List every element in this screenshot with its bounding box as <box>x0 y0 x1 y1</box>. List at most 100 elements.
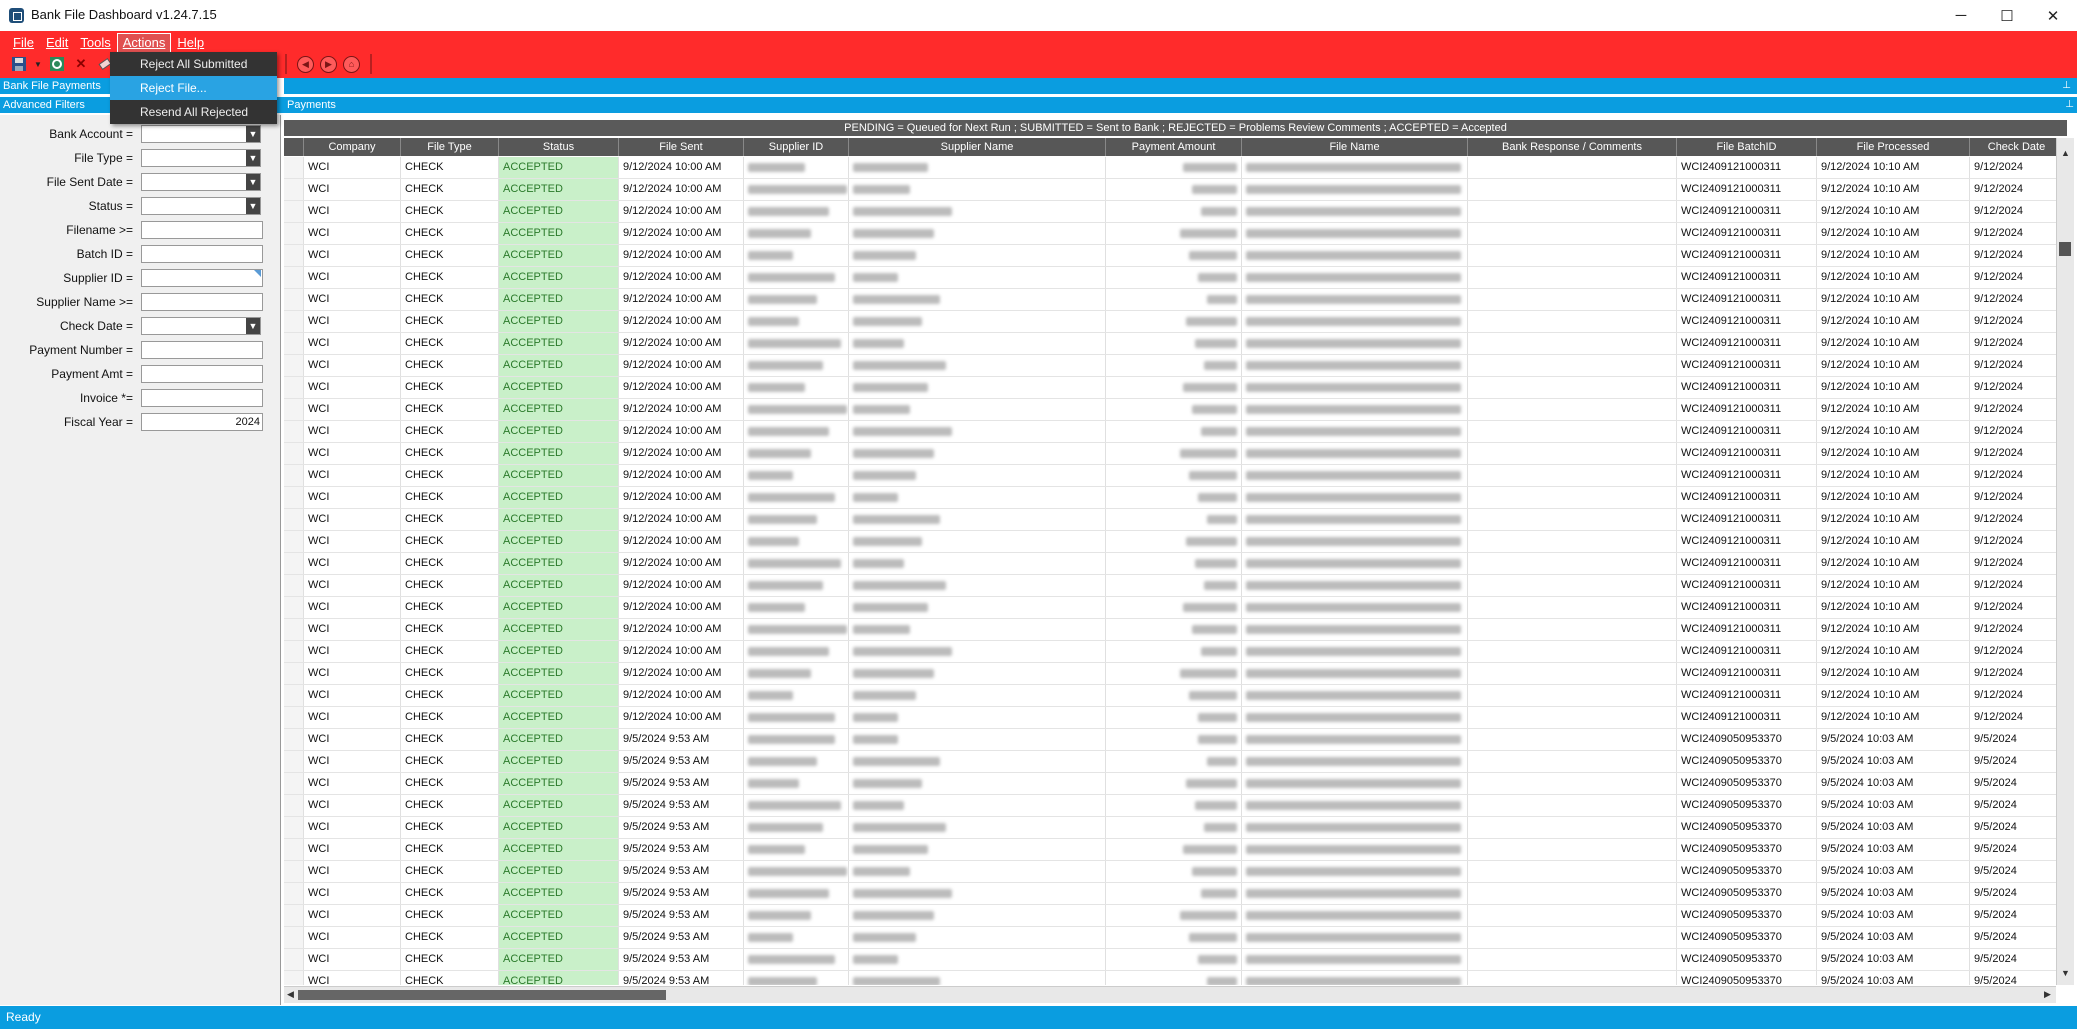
row-selector[interactable] <box>284 641 304 662</box>
delete-icon[interactable]: ✕ <box>72 55 90 73</box>
table-row[interactable]: WCI CHECK ACCEPTED 9/12/2024 10:00 AM WCI240… <box>284 575 2064 597</box>
column-header[interactable]: Status <box>499 138 619 156</box>
horizontal-scroll-thumb[interactable] <box>298 990 666 1000</box>
filter-combo[interactable] <box>141 173 261 191</box>
column-header[interactable]: File Name <box>1242 138 1468 156</box>
table-row[interactable]: WCI CHECK ACCEPTED 9/12/2024 10:00 AM WCI240… <box>284 663 2064 685</box>
column-header[interactable]: Supplier Name <box>849 138 1106 156</box>
table-row[interactable]: WCI CHECK ACCEPTED 9/12/2024 10:00 AM WCI240… <box>284 641 2064 663</box>
table-row[interactable]: WCI CHECK ACCEPTED 9/12/2024 10:00 AM WCI240… <box>284 179 2064 201</box>
column-header[interactable]: File Processed <box>1817 138 1970 156</box>
filter-combo[interactable] <box>141 149 261 167</box>
row-selector[interactable] <box>284 157 304 178</box>
table-row[interactable]: WCI CHECK ACCEPTED 9/5/2024 9:53 AM WCI24090… <box>284 971 2064 985</box>
filter-input[interactable] <box>141 341 263 359</box>
row-selector[interactable] <box>284 201 304 222</box>
row-selector[interactable] <box>284 927 304 948</box>
menu-edit[interactable]: Edit <box>41 34 73 52</box>
table-row[interactable]: WCI CHECK ACCEPTED 9/12/2024 10:00 AM WCI240… <box>284 245 2064 267</box>
row-selector[interactable] <box>284 333 304 354</box>
row-selector[interactable] <box>284 729 304 750</box>
chevron-down-icon[interactable]: ▼ <box>246 126 260 142</box>
row-selector[interactable] <box>284 751 304 772</box>
table-row[interactable]: WCI CHECK ACCEPTED 9/5/2024 9:53 AM WCI24090… <box>284 839 2064 861</box>
row-selector[interactable] <box>284 289 304 310</box>
row-selector[interactable] <box>284 795 304 816</box>
filter-combo[interactable] <box>141 197 261 215</box>
table-row[interactable]: WCI CHECK ACCEPTED 9/12/2024 10:00 AM WCI240… <box>284 465 2064 487</box>
filter-input[interactable] <box>141 293 263 311</box>
table-row[interactable]: WCI CHECK ACCEPTED 9/12/2024 10:00 AM WCI240… <box>284 421 2064 443</box>
table-row[interactable]: WCI CHECK ACCEPTED 9/12/2024 10:00 AM WCI240… <box>284 685 2064 707</box>
column-header[interactable]: Supplier ID <box>744 138 849 156</box>
horizontal-scrollbar[interactable]: ◀ ▶ <box>284 986 2056 1003</box>
table-row[interactable]: WCI CHECK ACCEPTED 9/12/2024 10:00 AM WCI240… <box>284 531 2064 553</box>
back-icon[interactable]: ◀ <box>297 55 314 73</box>
filter-input[interactable] <box>141 389 263 407</box>
row-selector[interactable] <box>284 883 304 904</box>
table-row[interactable]: WCI CHECK ACCEPTED 9/12/2024 10:00 AM WCI240… <box>284 553 2064 575</box>
pin-icon[interactable]: ⊥ <box>2065 97 2074 113</box>
menu-actions[interactable]: Actions <box>116 33 172 53</box>
row-selector[interactable] <box>284 685 304 706</box>
table-row[interactable]: WCI CHECK ACCEPTED 9/5/2024 9:53 AM WCI24090… <box>284 949 2064 971</box>
table-row[interactable]: WCI CHECK ACCEPTED 9/5/2024 9:53 AM WCI24090… <box>284 751 2064 773</box>
column-header[interactable]: Check Date <box>1970 138 2064 156</box>
row-selector[interactable] <box>284 861 304 882</box>
table-row[interactable]: WCI CHECK ACCEPTED 9/12/2024 10:00 AM WCI240… <box>284 157 2064 179</box>
menu-help[interactable]: Help <box>172 34 209 52</box>
row-selector[interactable] <box>284 465 304 486</box>
maximize-button[interactable]: ☐ <box>1984 0 2030 31</box>
table-row[interactable]: WCI CHECK ACCEPTED 9/5/2024 9:53 AM WCI24090… <box>284 817 2064 839</box>
save-icon[interactable] <box>10 55 28 73</box>
table-row[interactable]: WCI CHECK ACCEPTED 9/5/2024 9:53 AM WCI24090… <box>284 795 2064 817</box>
row-selector[interactable] <box>284 443 304 464</box>
row-selector[interactable] <box>284 619 304 640</box>
menu-item-resend-all-rejected[interactable]: Resend All Rejected <box>110 100 277 124</box>
column-header[interactable]: File BatchID <box>1677 138 1817 156</box>
row-selector[interactable] <box>284 971 304 985</box>
row-selector[interactable] <box>284 817 304 838</box>
table-row[interactable]: WCI CHECK ACCEPTED 9/5/2024 9:53 AM WCI24090… <box>284 773 2064 795</box>
table-row[interactable]: WCI CHECK ACCEPTED 9/12/2024 10:00 AM WCI240… <box>284 267 2064 289</box>
row-selector[interactable] <box>284 597 304 618</box>
row-selector[interactable] <box>284 487 304 508</box>
row-selector[interactable] <box>284 223 304 244</box>
row-selector[interactable] <box>284 949 304 970</box>
table-row[interactable]: WCI CHECK ACCEPTED 9/12/2024 10:00 AM WCI240… <box>284 223 2064 245</box>
table-row[interactable]: WCI CHECK ACCEPTED 9/5/2024 9:53 AM WCI24090… <box>284 905 2064 927</box>
table-row[interactable]: WCI CHECK ACCEPTED 9/12/2024 10:00 AM WCI240… <box>284 201 2064 223</box>
home-icon[interactable]: ⌂ <box>343 55 360 73</box>
row-selector[interactable] <box>284 355 304 376</box>
row-selector[interactable] <box>284 905 304 926</box>
chevron-down-icon[interactable]: ▼ <box>246 174 260 190</box>
vertical-scroll-thumb[interactable] <box>2059 242 2071 256</box>
filter-input[interactable] <box>141 245 263 263</box>
chevron-down-icon[interactable]: ▼ <box>246 198 260 214</box>
table-row[interactable]: WCI CHECK ACCEPTED 9/12/2024 10:00 AM WCI240… <box>284 333 2064 355</box>
menu-item-reject-all-submitted[interactable]: Reject All Submitted <box>110 52 277 76</box>
table-row[interactable]: WCI CHECK ACCEPTED 9/12/2024 10:00 AM WCI240… <box>284 399 2064 421</box>
tab-bank-file-payments[interactable]: Bank File Payments <box>0 78 111 94</box>
dropdown-arrow-icon[interactable]: ▼ <box>34 55 42 73</box>
column-header[interactable]: File Sent <box>619 138 744 156</box>
scroll-up-icon[interactable]: ▲ <box>2061 148 2070 158</box>
scroll-right-icon[interactable]: ▶ <box>2044 989 2051 1000</box>
column-header[interactable]: File Type <box>401 138 499 156</box>
table-row[interactable]: WCI CHECK ACCEPTED 9/12/2024 10:00 AM WCI240… <box>284 355 2064 377</box>
table-row[interactable]: WCI CHECK ACCEPTED 9/5/2024 9:53 AM WCI24090… <box>284 927 2064 949</box>
chevron-down-icon[interactable]: ▼ <box>246 318 260 334</box>
close-button[interactable]: ✕ <box>2030 0 2076 31</box>
row-selector[interactable] <box>284 553 304 574</box>
row-selector[interactable] <box>284 399 304 420</box>
table-row[interactable]: WCI CHECK ACCEPTED 9/5/2024 9:53 AM WCI24090… <box>284 883 2064 905</box>
table-row[interactable]: WCI CHECK ACCEPTED 9/12/2024 10:00 AM WCI240… <box>284 707 2064 729</box>
row-selector[interactable] <box>284 839 304 860</box>
filter-input[interactable] <box>141 365 263 383</box>
filter-input[interactable]: 2024 <box>141 413 263 431</box>
scroll-down-icon[interactable]: ▼ <box>2061 968 2070 978</box>
table-row[interactable]: WCI CHECK ACCEPTED 9/12/2024 10:00 AM WCI240… <box>284 619 2064 641</box>
column-header[interactable]: Payment Amount <box>1106 138 1242 156</box>
row-selector[interactable] <box>284 773 304 794</box>
row-selector[interactable] <box>284 707 304 728</box>
